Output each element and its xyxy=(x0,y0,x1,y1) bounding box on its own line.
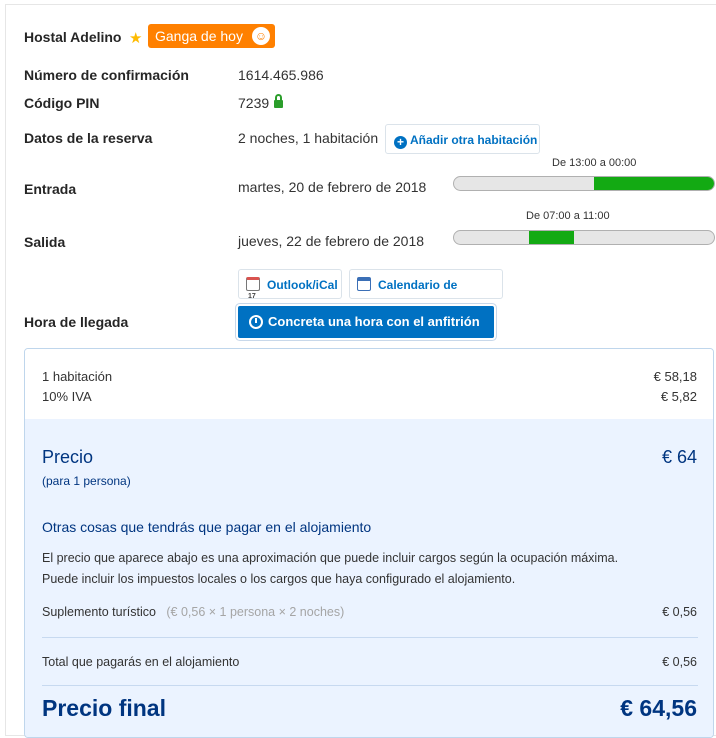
tourist-tax-detail: (€ 0,56 × 1 persona × 2 noches) xyxy=(166,605,345,619)
checkin-window: De 13:00 a 00:00 xyxy=(552,157,637,169)
confirmation-number: 1614.465.986 xyxy=(238,67,324,83)
tourist-tax-row: Suplemento turístico (€ 0,56 × 1 persona… xyxy=(42,605,344,619)
price-summary: 1 habitación € 58,18 10% IVA € 5,82 Prec… xyxy=(24,348,714,738)
vat-label: 10% IVA xyxy=(42,389,92,404)
checkin-time-bar xyxy=(453,176,715,191)
price-label: Precio xyxy=(42,447,94,467)
lock-icon xyxy=(274,94,284,108)
divider xyxy=(42,637,698,638)
outlook-ical-button[interactable]: Outlook/iCal xyxy=(238,269,342,312)
final-price-value: € 64,56 xyxy=(620,695,697,721)
contact-host-label: Concreta una hora con el anfitrión xyxy=(268,314,480,329)
details-value: 2 noches, 1 habitación xyxy=(238,130,379,146)
checkout-date: jueves, 22 de febrero de 2018 xyxy=(238,233,425,249)
checkout-time-bar xyxy=(453,230,715,245)
extra-desc-line-1: El precio que aparece abajo es una aprox… xyxy=(42,551,619,565)
star-icon: ★ xyxy=(129,30,143,47)
deal-badge: Ganga de hoy ☺ xyxy=(148,24,275,48)
total-at-property-label: Total que pagarás en el alojamiento xyxy=(42,655,240,669)
checkout-label: Salida xyxy=(24,234,66,250)
checkout-window: De 07:00 a 11:00 xyxy=(526,210,610,222)
checkin-time-fill xyxy=(594,177,714,190)
price-breakdown: 1 habitación € 58,18 10% IVA € 5,82 xyxy=(25,349,713,420)
extra-costs-title: Otras cosas que tendrás que pagar en el … xyxy=(42,519,372,535)
tourist-tax-value: € 0,56 xyxy=(662,605,697,619)
extra-desc-line-2: Puede incluir los impuestos locales o lo… xyxy=(42,572,516,586)
add-room-button[interactable]: + Añadir otra habitación xyxy=(385,124,540,154)
arrival-label: Hora de llegada xyxy=(24,314,129,330)
reservation-card: Hostal Adelino ★ Ganga de hoy ☺ Número d… xyxy=(5,4,716,738)
pin-label: Código PIN xyxy=(24,95,100,111)
add-room-label: Añadir otra habitación xyxy=(410,133,538,147)
room-label: 1 habitación xyxy=(42,369,113,384)
final-price-label: Precio final xyxy=(42,695,166,721)
total-at-property-value: € 0,56 xyxy=(662,655,697,669)
checkin-date: martes, 20 de febrero de 2018 xyxy=(238,179,427,195)
per-person-note: (para 1 persona) xyxy=(42,474,131,488)
google-calendar-button[interactable]: Calendario de Google xyxy=(349,269,503,322)
price-value: € 64 xyxy=(661,447,697,467)
contact-host-button[interactable]: Concreta una hora con el anfitrión xyxy=(238,306,494,338)
pin-code: 7239 xyxy=(238,95,270,111)
checkin-label: Entrada xyxy=(24,181,77,197)
details-label: Datos de la reserva xyxy=(24,130,153,146)
thumbs-up-icon: ☺ xyxy=(251,27,270,45)
confirmation-label: Número de confirmación xyxy=(24,67,189,83)
plus-icon: + xyxy=(394,136,407,149)
extra-costs-description: El precio que aparece abajo es una aprox… xyxy=(42,548,702,590)
google-calendar-icon xyxy=(357,277,371,291)
calendar-icon xyxy=(246,277,260,312)
clock-icon xyxy=(249,315,263,329)
divider xyxy=(42,685,698,686)
deal-label: Ganga de hoy xyxy=(155,28,243,44)
checkout-time-fill xyxy=(529,231,574,244)
pin-value-wrap: 7239 xyxy=(238,94,284,111)
vat-price: € 5,82 xyxy=(660,389,697,404)
hotel-name[interactable]: Hostal Adelino xyxy=(24,29,122,45)
tourist-tax-label: Suplemento turístico xyxy=(42,605,156,619)
room-price: € 58,18 xyxy=(653,369,697,384)
outlook-label: Outlook/iCal xyxy=(267,278,338,292)
